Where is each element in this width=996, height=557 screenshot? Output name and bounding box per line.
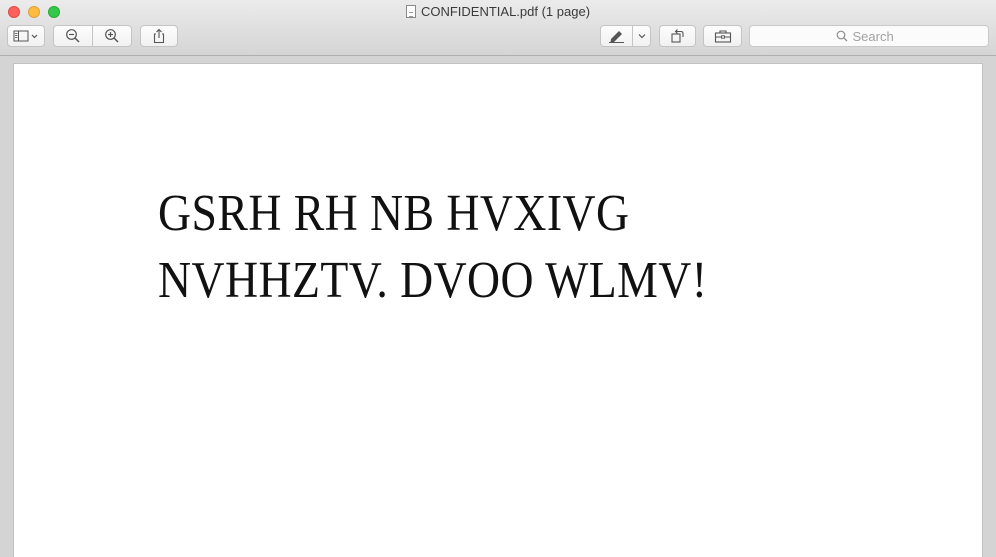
share-button[interactable] bbox=[140, 25, 178, 47]
toolbox-icon bbox=[714, 30, 731, 43]
preview-window: CONFIDENTIAL.pdf (1 page) Search GSRH RH… bbox=[0, 0, 996, 557]
document-text-line-1: GSRH RH NB HVXIVG bbox=[158, 185, 630, 242]
search-icon bbox=[836, 30, 847, 42]
toolbox-button[interactable] bbox=[703, 25, 742, 47]
markup-dropdown-button[interactable] bbox=[632, 25, 651, 47]
rotate-icon bbox=[670, 29, 684, 43]
markup-button[interactable] bbox=[600, 25, 633, 47]
sidebar-view-button[interactable] bbox=[7, 25, 45, 47]
chevron-down-icon bbox=[638, 34, 645, 39]
document-text-line-2: NVHHZTV. DVOO WLMV! bbox=[158, 252, 708, 309]
search-field[interactable] bbox=[749, 25, 989, 47]
zoom-in-icon bbox=[105, 29, 119, 43]
document-viewport[interactable]: GSRH RH NB HVXIVG NVHHZTV. DVOO WLMV! bbox=[0, 56, 996, 557]
search-input[interactable] bbox=[852, 28, 903, 44]
sidebar-icon bbox=[13, 30, 38, 42]
zoom-in-button[interactable] bbox=[92, 25, 132, 47]
window-title-container: CONFIDENTIAL.pdf (1 page) bbox=[0, 4, 996, 20]
share-icon bbox=[153, 28, 165, 44]
rotate-button[interactable] bbox=[659, 25, 696, 47]
pdf-document-icon bbox=[405, 5, 416, 18]
window-title: CONFIDENTIAL.pdf (1 page) bbox=[420, 4, 591, 19]
title-bar[interactable]: CONFIDENTIAL.pdf (1 page) bbox=[0, 0, 996, 56]
zoom-out-button[interactable] bbox=[53, 25, 93, 47]
zoom-out-icon bbox=[66, 29, 80, 43]
pen-icon bbox=[608, 31, 624, 43]
pdf-page[interactable]: GSRH RH NB HVXIVG NVHHZTV. DVOO WLMV! bbox=[13, 63, 983, 557]
